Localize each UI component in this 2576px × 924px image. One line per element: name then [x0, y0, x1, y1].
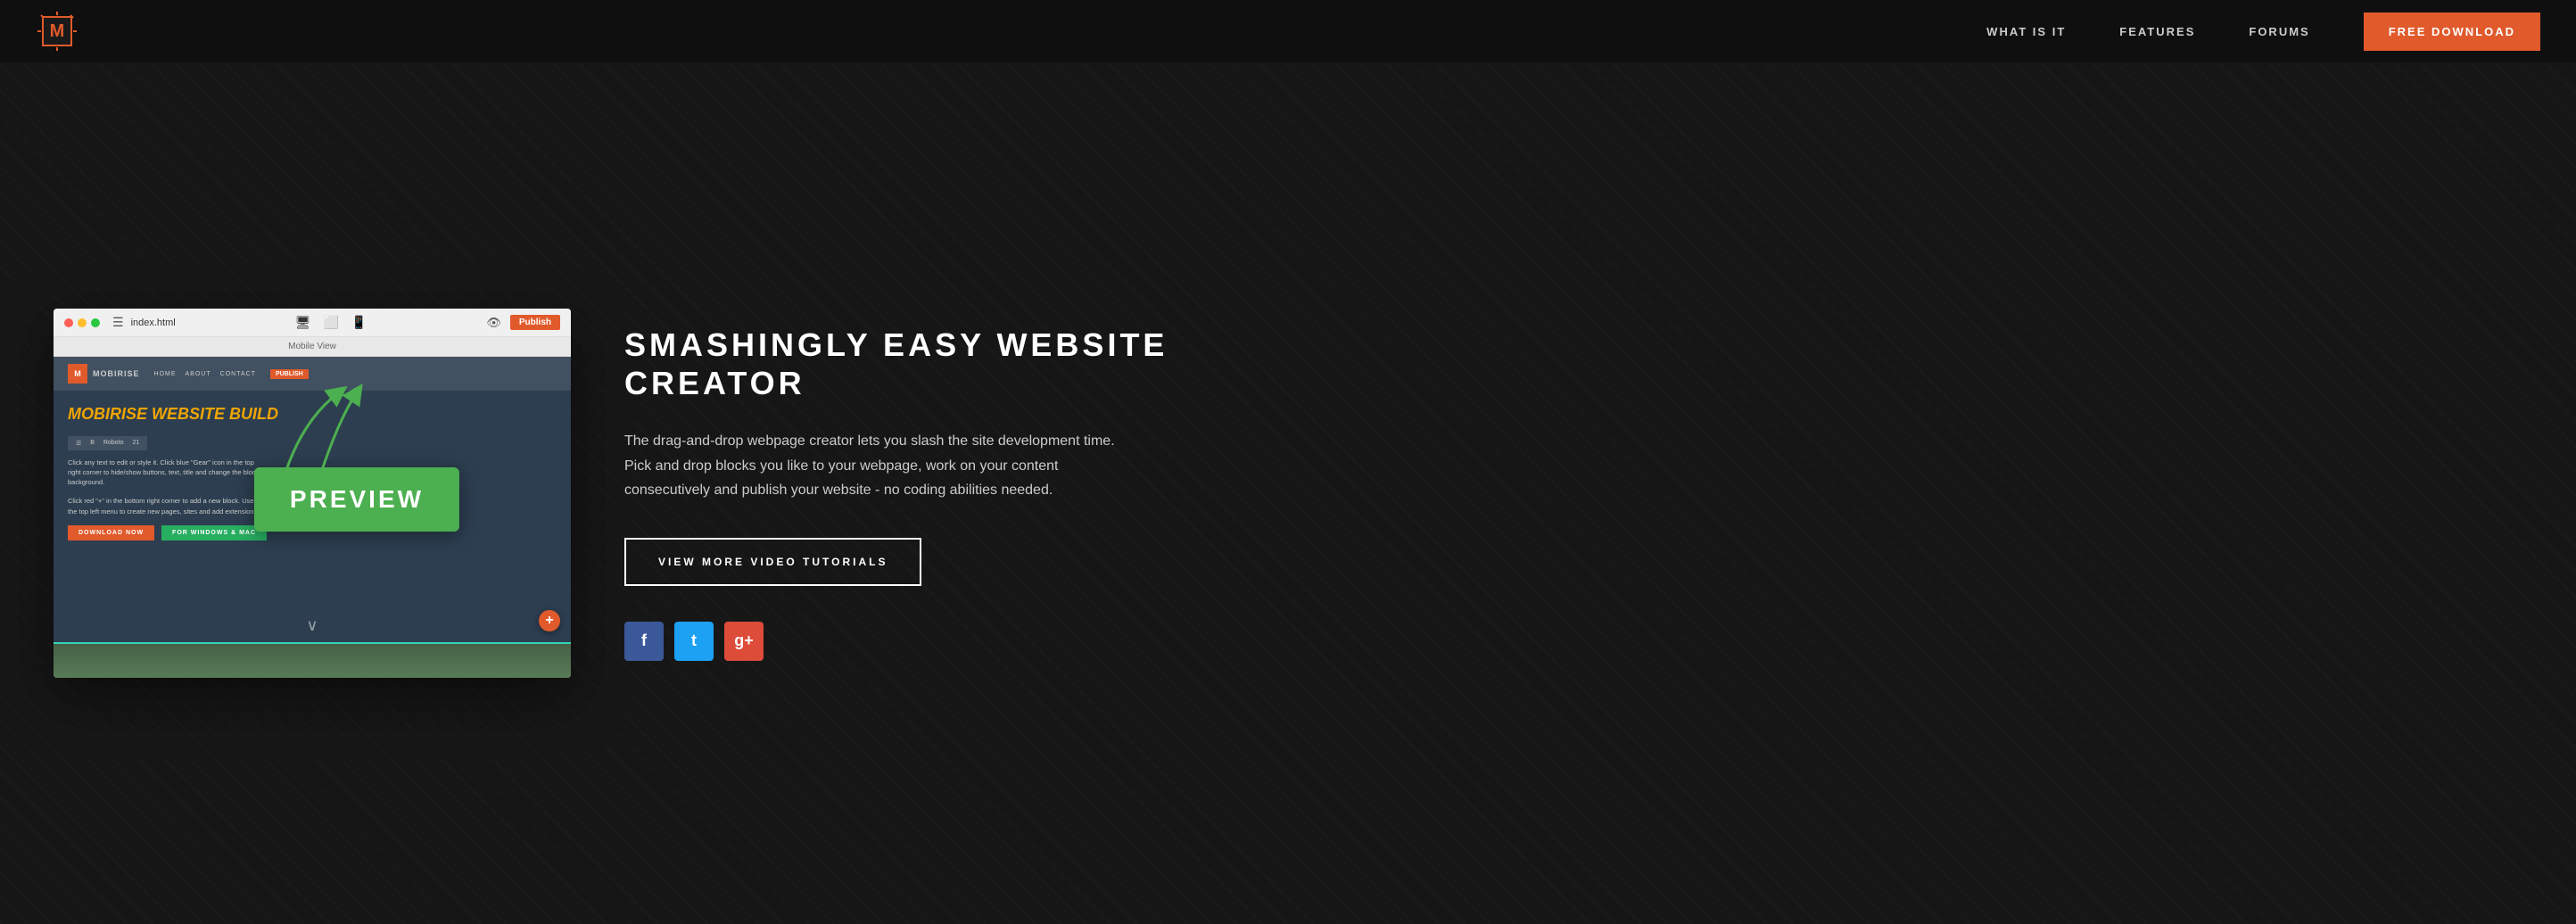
maximize-button[interactable] — [91, 318, 100, 327]
navbar: M WHAT IS IT FEATURES FORUMS FREE DOWNLO… — [0, 0, 2576, 62]
inner-brand: MOBIRISE — [93, 369, 140, 378]
view-label: Mobile View — [288, 342, 336, 351]
inner-logo: M MOBIRISE — [68, 364, 140, 384]
app-screenshot-panel: ☰ index.html 🖥 ⬜ 📱 👁 Publish Mobile View — [54, 309, 571, 678]
preview-icon[interactable]: 👁 — [486, 316, 501, 330]
main-description: The drag-and-drop webpage creator lets y… — [624, 429, 1124, 502]
inner-body-text2: Click red "+" in the bottom right corner… — [68, 496, 264, 516]
main-content: ☰ index.html 🖥 ⬜ 📱 👁 Publish Mobile View — [0, 62, 2576, 924]
logo-icon: M — [36, 10, 78, 53]
app-image-strip — [54, 642, 571, 678]
app-toolbar: Mobile View — [54, 337, 571, 357]
inner-home: HOME — [154, 371, 177, 377]
main-headline: SMASHINGLY EASY WEBSITE CREATOR — [624, 326, 2522, 402]
video-tutorials-button[interactable]: VIEW MORE VIDEO TUTORIALS — [624, 538, 921, 586]
desktop-icon[interactable]: 🖥 — [295, 315, 311, 330]
publish-button[interactable]: Publish — [510, 315, 560, 330]
device-icons: 🖥 ⬜ 📱 — [295, 315, 367, 330]
nav-forums[interactable]: FORUMS — [2249, 25, 2309, 38]
facebook-icon[interactable]: f — [624, 622, 664, 661]
tablet-icon[interactable]: ⬜ — [323, 315, 338, 330]
logo[interactable]: M — [36, 10, 78, 53]
inner-contact: CONTACT — [220, 371, 256, 377]
add-block-button[interactable]: + — [539, 610, 560, 631]
app-titlebar: ☰ index.html 🖥 ⬜ 📱 👁 Publish — [54, 309, 571, 337]
twitter-icon[interactable]: t — [674, 622, 714, 661]
inner-nav-links: HOME ABOUT CONTACT — [154, 371, 256, 377]
titlebar-right: 👁 Publish — [486, 315, 560, 330]
nav-links: WHAT IS IT FEATURES FORUMS FREE DOWNLOAD — [1986, 12, 2540, 51]
free-download-button[interactable]: FREE DOWNLOAD — [2364, 12, 2540, 51]
minimize-button[interactable] — [78, 318, 87, 327]
inner-about: ABOUT — [186, 371, 211, 377]
format-bar: ☰ B Roboto 21 — [68, 436, 147, 450]
inner-download-btn[interactable]: DOWNLOAD NOW — [68, 525, 154, 540]
close-button[interactable] — [64, 318, 73, 327]
inner-publish: PUBLISH — [270, 369, 309, 379]
app-body: M MOBIRISE HOME ABOUT CONTACT PUBLISH MO… — [54, 357, 571, 642]
titlebar-left: ☰ index.html — [64, 315, 176, 330]
social-icons: f t g+ — [624, 622, 2522, 661]
google-plus-icon[interactable]: g+ — [724, 622, 764, 661]
app-menu-icon[interactable]: ☰ — [112, 315, 124, 330]
svg-text:M: M — [50, 21, 65, 41]
nav-features[interactable]: FEATURES — [2119, 25, 2195, 38]
nav-what-is-it[interactable]: WHAT IS IT — [1986, 25, 2066, 38]
app-window: ☰ index.html 🖥 ⬜ 📱 👁 Publish Mobile View — [54, 309, 571, 678]
window-controls — [64, 318, 100, 327]
inner-windows-btn[interactable]: FOR WINDOWS & MAC — [161, 525, 267, 540]
mobile-icon[interactable]: 📱 — [351, 315, 367, 330]
scroll-chevron: ∨ — [306, 616, 318, 635]
app-filename: index.html — [131, 318, 176, 328]
arrow-svg — [232, 384, 410, 491]
arrows-graphic — [232, 384, 410, 495]
right-panel: SMASHINGLY EASY WEBSITE CREATOR The drag… — [624, 308, 2522, 679]
